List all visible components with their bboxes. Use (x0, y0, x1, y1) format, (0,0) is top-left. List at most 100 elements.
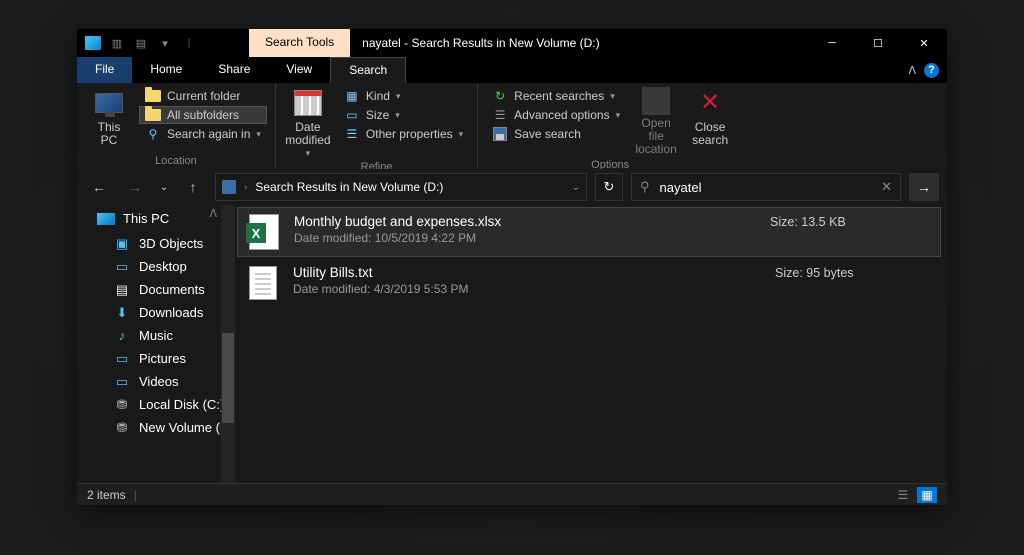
history-caret[interactable]: ⌄ (157, 173, 171, 201)
up-button[interactable]: ↑ (179, 173, 207, 201)
result-date: Date modified: 10/5/2019 4:22 PM (294, 231, 756, 245)
search-icon: ⚲ (145, 127, 161, 141)
sidebar-item-new-volume-d[interactable]: ⛃New Volume (D:) (77, 416, 235, 439)
icons-view-button[interactable]: ▦ (917, 487, 937, 503)
sidebar: ᐱ This PC ▣3D Objects ▭Desktop ▤Document… (77, 205, 235, 483)
result-name: Utility Bills.txt (293, 265, 761, 280)
kind-button[interactable]: ▦Kind (338, 87, 469, 105)
result-name: Monthly budget and expenses.xlsx (294, 214, 756, 229)
search-again-in-button[interactable]: ⚲Search again in (139, 125, 267, 143)
save-search-button[interactable]: Save search (486, 125, 626, 143)
folder-icon (145, 109, 161, 121)
3d-objects-icon: ▣ (113, 237, 131, 251)
search-field[interactable]: ⚲ nayatel ✕ (631, 173, 901, 201)
result-row[interactable]: Monthly budget and expenses.xlsx Date mo… (237, 207, 941, 257)
close-search-button[interactable]: ✕ Close search (686, 87, 734, 147)
help-icon[interactable]: ? (924, 63, 939, 78)
advanced-options-button[interactable]: ☰Advanced options (486, 106, 626, 124)
videos-icon: ▭ (113, 375, 131, 389)
ribbon-group-options: ↻Recent searches ☰Advanced options Save … (478, 83, 742, 169)
all-subfolders-button[interactable]: All subfolders (139, 106, 267, 124)
forward-button[interactable]: → (121, 173, 149, 201)
menu-search[interactable]: Search (330, 57, 406, 83)
result-size: Size: 13.5 KB (770, 214, 930, 229)
search-go-button[interactable]: → (909, 173, 939, 201)
qat-caret-icon[interactable]: ▾ (155, 32, 175, 54)
search-icon: ⚲ (640, 179, 650, 195)
sidebar-scrollbar[interactable] (221, 205, 235, 483)
search-value: nayatel (660, 180, 872, 195)
status-text: 2 items (87, 488, 126, 502)
sidebar-item-pictures[interactable]: ▭Pictures (77, 347, 235, 370)
sidebar-item-videos[interactable]: ▭Videos (77, 370, 235, 393)
close-button[interactable]: ✕ (901, 29, 947, 57)
result-date: Date modified: 4/3/2019 5:53 PM (293, 282, 761, 296)
collapse-chevron-icon[interactable]: ᐱ (209, 207, 217, 220)
search-results-icon (222, 180, 236, 194)
menubar: File Home Share View Search ᐱ ? (77, 57, 947, 83)
menu-share[interactable]: Share (200, 57, 268, 83)
address-chevron-icon: › (244, 182, 247, 193)
address-bar[interactable]: › Search Results in New Volume (D:) ⌄ (215, 173, 587, 201)
sidebar-item-3d-objects[interactable]: ▣3D Objects (77, 232, 235, 255)
text-file-icon (249, 266, 277, 300)
address-caret-icon[interactable]: ⌄ (572, 182, 580, 193)
recent-icon: ↻ (492, 89, 508, 103)
minimize-button[interactable]: ─ (809, 29, 855, 57)
sidebar-item-music[interactable]: ♪Music (77, 324, 235, 347)
qat-properties-icon[interactable]: ▥ (107, 32, 127, 54)
qat-new-folder-icon[interactable]: ▤ (131, 32, 151, 54)
menu-file[interactable]: File (77, 57, 132, 83)
this-pc-button[interactable]: This PC (85, 87, 133, 147)
open-file-location-button[interactable]: Open file location (632, 87, 680, 157)
folder-icon (145, 90, 161, 102)
calendar-icon (294, 90, 322, 116)
date-modified-button[interactable]: Date modified (284, 87, 332, 159)
result-row[interactable]: Utility Bills.txt Date modified: 4/3/201… (235, 257, 947, 309)
close-icon: ✕ (694, 87, 726, 119)
titlebar: ▥ ▤ ▾ | Search Tools nayatel - Search Re… (77, 29, 947, 57)
advanced-icon: ☰ (492, 108, 508, 122)
qat-divider: | (179, 32, 199, 54)
maximize-button[interactable]: ☐ (855, 29, 901, 57)
drive-icon: ⛃ (113, 398, 131, 412)
monitor-icon (95, 93, 123, 113)
explorer-window: ▥ ▤ ▾ | Search Tools nayatel - Search Re… (77, 29, 947, 505)
sidebar-item-desktop[interactable]: ▭Desktop (77, 255, 235, 278)
ribbon: This PC Current folder All subfolders ⚲S… (77, 83, 947, 169)
address-text: Search Results in New Volume (D:) (255, 180, 443, 194)
group-label-location: Location (85, 153, 267, 167)
statusbar: 2 items | ☰ ▦ (77, 483, 947, 505)
current-folder-button[interactable]: Current folder (139, 87, 267, 105)
scrollbar-thumb[interactable] (222, 333, 234, 423)
details-view-button[interactable]: ☰ (893, 487, 913, 503)
ribbon-group-location: This PC Current folder All subfolders ⚲S… (77, 83, 276, 169)
save-icon (493, 127, 507, 141)
collapse-ribbon-icon[interactable]: ᐱ (908, 64, 916, 77)
documents-icon: ▤ (113, 283, 131, 297)
explorer-icon (83, 32, 103, 54)
refresh-button[interactable]: ↻ (595, 173, 623, 201)
contextual-tab-label: Search Tools (249, 29, 350, 57)
music-icon: ♪ (113, 329, 131, 343)
other-properties-button[interactable]: ☰Other properties (338, 125, 469, 143)
kind-icon: ▦ (344, 89, 360, 103)
results-pane: Monthly budget and expenses.xlsx Date mo… (235, 205, 947, 483)
window-title: nayatel - Search Results in New Volume (… (350, 29, 809, 57)
menu-view[interactable]: View (268, 57, 330, 83)
menu-home[interactable]: Home (132, 57, 200, 83)
pc-icon (97, 213, 115, 225)
drive-icon: ⛃ (113, 421, 131, 435)
excel-icon (249, 214, 279, 250)
result-size: Size: 95 bytes (775, 265, 935, 280)
sidebar-item-local-disk-c[interactable]: ⛃Local Disk (C:) (77, 393, 235, 416)
clear-search-button[interactable]: ✕ (881, 179, 892, 195)
size-button[interactable]: ▭Size (338, 106, 469, 124)
desktop-icon: ▭ (113, 260, 131, 274)
pictures-icon: ▭ (113, 352, 131, 366)
back-button[interactable]: ← (85, 173, 113, 201)
sidebar-item-downloads[interactable]: ⬇Downloads (77, 301, 235, 324)
recent-searches-button[interactable]: ↻Recent searches (486, 87, 626, 105)
open-location-icon (642, 87, 670, 115)
sidebar-item-documents[interactable]: ▤Documents (77, 278, 235, 301)
